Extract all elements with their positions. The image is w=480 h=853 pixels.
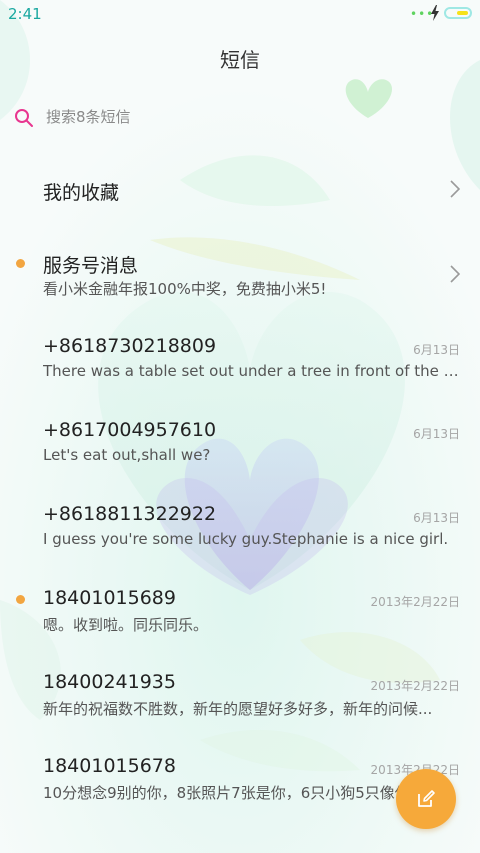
search-icon	[15, 109, 33, 127]
battery-level	[457, 11, 468, 15]
sender-name: 18401015678	[43, 755, 176, 777]
unread-dot	[16, 595, 25, 604]
sender-name: 18400241935	[43, 671, 176, 693]
charging-bolt-icon	[431, 5, 439, 21]
conversation-item[interactable]: +8618730218809 6月13日 There was a table s…	[0, 335, 480, 419]
page-title: 短信	[220, 48, 260, 72]
favorites-row[interactable]: 我的收藏	[0, 166, 480, 214]
compose-icon	[418, 790, 435, 807]
conversation-item[interactable]: 18401015689 2013年2月22日 嗯。收到啦。同乐同乐。	[0, 587, 480, 671]
favorites-label: 我的收藏	[43, 182, 120, 204]
message-preview: 嗯。收到啦。同乐同乐。	[43, 616, 209, 634]
sender-name: 18401015689	[43, 587, 176, 609]
message-date: 2013年2月22日	[370, 679, 460, 693]
chevron-right-icon	[450, 180, 460, 198]
conversation-item[interactable]: +8617004957610 6月13日 Let's eat out,shall…	[0, 419, 480, 503]
conversation-item[interactable]: +8618811322922 6月13日 I guess you're some…	[0, 503, 480, 587]
sender-name: +8617004957610	[43, 419, 217, 441]
chevron-right-icon	[450, 265, 460, 283]
battery-icon	[444, 7, 472, 19]
message-date: 6月13日	[413, 511, 460, 525]
compose-button[interactable]	[396, 769, 456, 829]
service-messages-row[interactable]: 服务号消息 看小米金融年报100%中奖，免费抽小米5!	[0, 251, 480, 335]
message-date: 6月13日	[413, 343, 460, 357]
conversation-item[interactable]: 18400241935 2013年2月22日 新年的祝福数不胜数，新年的愿望好多…	[0, 671, 480, 755]
message-date: 2013年2月22日	[370, 595, 460, 609]
message-preview: Let's eat out,shall we?	[43, 446, 211, 464]
sender-name: +8618811322922	[43, 503, 217, 525]
message-preview: I guess you're some lucky guy.Stephanie …	[43, 530, 449, 548]
status-bar: 2:41 •••	[0, 0, 480, 28]
service-preview: 看小米金融年报100%中奖，免费抽小米5!	[43, 280, 327, 298]
search-bar[interactable]	[0, 100, 480, 136]
message-preview: There was a table set out under a tree i…	[43, 362, 461, 380]
message-preview: 新年的祝福数不胜数，新年的愿望好多好多，新年的问候...	[43, 700, 433, 718]
service-title: 服务号消息	[43, 255, 139, 277]
unread-dot	[16, 259, 25, 268]
sender-name: +8618730218809	[43, 335, 217, 357]
status-time: 2:41	[8, 5, 42, 23]
message-date: 6月13日	[413, 427, 460, 441]
search-input[interactable]	[42, 102, 450, 132]
